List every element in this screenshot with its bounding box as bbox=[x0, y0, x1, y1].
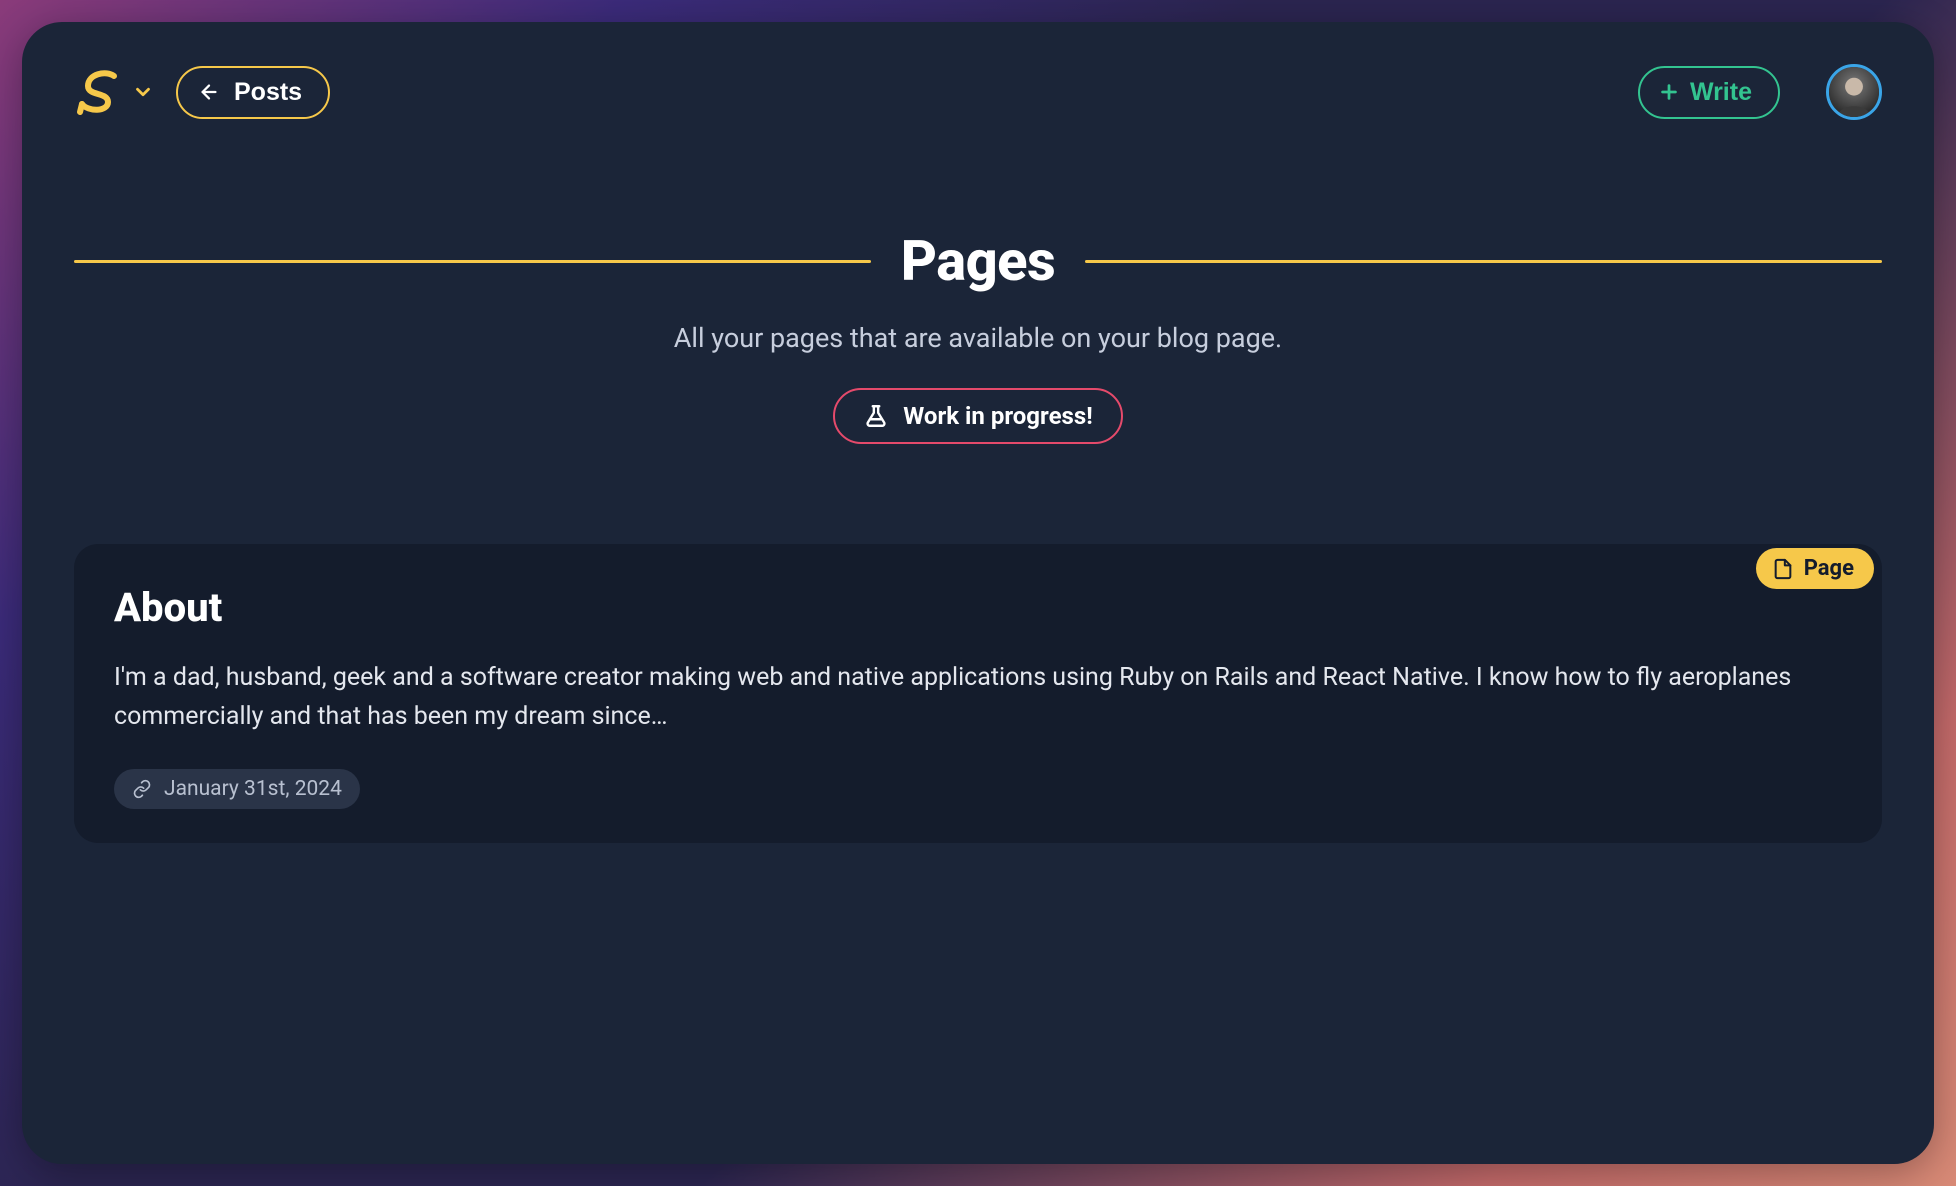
wip-wrap: Work in progress! bbox=[74, 388, 1882, 444]
plus-icon bbox=[1658, 81, 1680, 103]
page-card[interactable]: Page About I'm a dad, husband, geek and … bbox=[74, 544, 1882, 843]
avatar[interactable] bbox=[1826, 64, 1882, 120]
title-row: Pages bbox=[74, 228, 1882, 294]
posts-button-label: Posts bbox=[234, 78, 302, 107]
rule-left bbox=[74, 260, 871, 263]
arrow-left-icon bbox=[198, 81, 220, 103]
header: Posts Write bbox=[74, 64, 1882, 120]
file-icon bbox=[1772, 558, 1794, 580]
page-badge-label: Page bbox=[1804, 556, 1854, 581]
rule-right bbox=[1085, 260, 1882, 263]
write-button-label: Write bbox=[1690, 78, 1752, 107]
date-pill: January 31st, 2024 bbox=[114, 769, 360, 809]
page-badge: Page bbox=[1756, 548, 1874, 589]
link-icon bbox=[132, 779, 152, 799]
chevron-down-icon[interactable] bbox=[132, 81, 154, 103]
posts-button[interactable]: Posts bbox=[176, 66, 330, 119]
card-area: Page About I'm a dad, husband, geek and … bbox=[74, 544, 1882, 843]
card-date: January 31st, 2024 bbox=[164, 777, 342, 801]
card-description: I'm a dad, husband, geek and a software … bbox=[114, 659, 1842, 737]
flask-icon bbox=[863, 403, 889, 429]
logo-group bbox=[74, 66, 154, 118]
page-subtitle: All your pages that are available on you… bbox=[74, 322, 1882, 354]
write-button[interactable]: Write bbox=[1638, 66, 1780, 119]
wip-label: Work in progress! bbox=[903, 402, 1092, 430]
card-title: About bbox=[114, 584, 1842, 631]
logo-icon[interactable] bbox=[74, 66, 126, 118]
page-title: Pages bbox=[901, 228, 1056, 294]
wip-badge: Work in progress! bbox=[833, 388, 1122, 444]
app-panel: Posts Write bbox=[22, 22, 1934, 1164]
